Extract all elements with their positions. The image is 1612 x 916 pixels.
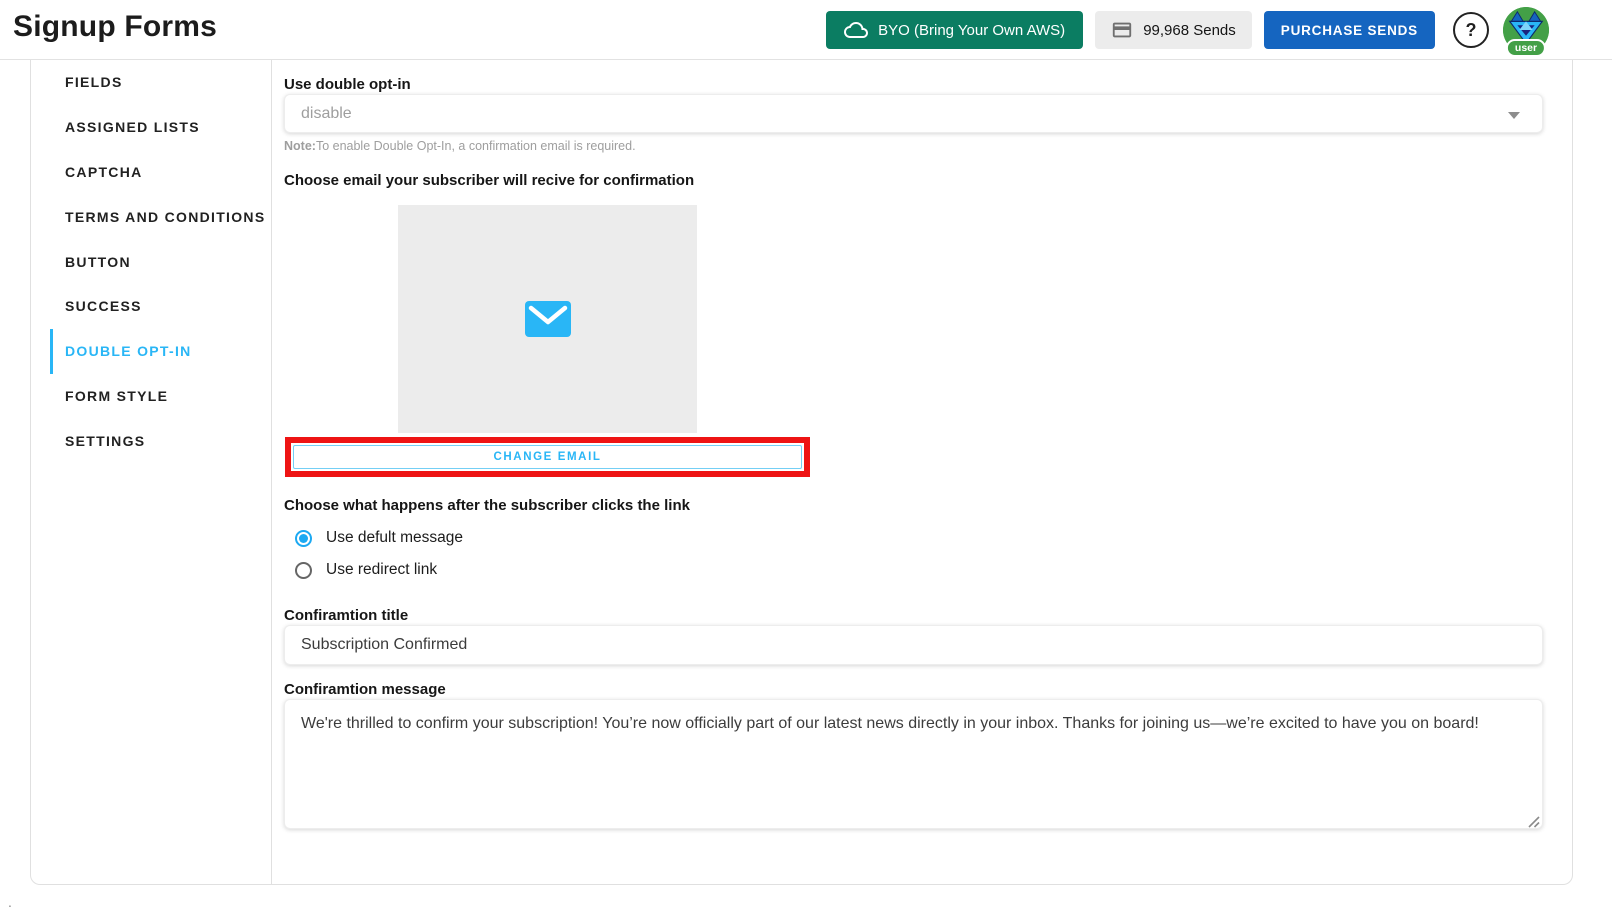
stray-dot: .	[8, 894, 12, 910]
byo-aws-button[interactable]: BYO (Bring Your Own AWS)	[826, 11, 1083, 49]
choose-email-label: Choose email your subscriber will recive…	[284, 172, 694, 189]
after-click-label: Choose what happens after the subscriber…	[284, 497, 690, 514]
purchase-sends-button[interactable]: PURCHASE SENDS	[1264, 11, 1435, 49]
double-opt-in-panel: Use double opt-in disable Note:To enable…	[284, 60, 1543, 885]
sidebar-item-assigned-lists[interactable]: ASSIGNED LISTS	[50, 105, 270, 150]
user-avatar[interactable]: user	[1503, 7, 1549, 53]
sends-count-label: 99,968 Sends	[1143, 22, 1236, 39]
double-opt-in-select[interactable]: disable	[284, 94, 1543, 133]
sidebar-item-button[interactable]: BUTTON	[50, 239, 270, 284]
sidebar-item-double-opt-in[interactable]: DOUBLE OPT-IN	[50, 329, 270, 374]
change-email-button[interactable]: CHANGE EMAIL	[293, 445, 802, 469]
sidebar-item-terms-and-conditions[interactable]: TERMS AND CONDITIONS	[50, 194, 270, 239]
change-email-button-label: CHANGE EMAIL	[493, 451, 601, 463]
sidebar-item-label: DOUBLE OPT-IN	[65, 343, 192, 359]
page-title: Signup Forms	[13, 10, 217, 44]
sidebar-item-fields[interactable]: FIELDS	[50, 60, 270, 105]
top-bar-actions: BYO (Bring Your Own AWS) 99,968 Sends PU…	[826, 0, 1549, 60]
radio-use-default-message-label[interactable]: Use defult message	[326, 529, 463, 547]
byo-aws-button-label: BYO (Bring Your Own AWS)	[878, 22, 1065, 39]
sidebar-item-success[interactable]: SUCCESS	[50, 284, 270, 329]
sidebar-item-label: SETTINGS	[65, 433, 145, 449]
sidebar-item-label: FORM STYLE	[65, 388, 168, 404]
sidebar-item-label: SUCCESS	[65, 298, 142, 314]
sidebar-item-label: BUTTON	[65, 254, 131, 270]
confirmation-title-label: Confiramtion title	[284, 607, 408, 624]
radio-use-redirect-link-label[interactable]: Use redirect link	[326, 561, 437, 579]
double-opt-in-select-value: disable	[301, 105, 352, 123]
sidebar-item-label: CAPTCHA	[65, 164, 143, 180]
note-text: To enable Double Opt-In, a confirmation …	[316, 139, 636, 153]
radio-unselected-icon	[295, 562, 312, 579]
sidebar-divider	[271, 60, 272, 884]
question-mark-icon: ?	[1466, 20, 1477, 41]
avatar-user-badge: user	[1506, 39, 1546, 57]
confirmation-email-preview	[398, 205, 697, 433]
sidebar-item-captcha[interactable]: CAPTCHA	[50, 150, 270, 195]
confirmation-message-textarea[interactable]: We're thrilled to confirm your subscript…	[284, 699, 1543, 829]
sidebar-item-label: ASSIGNED LISTS	[65, 119, 200, 135]
radio-use-redirect-link[interactable]: Use redirect link	[295, 558, 437, 582]
sidebar-item-label: TERMS AND CONDITIONS	[65, 209, 265, 225]
confirmation-message-label: Confiramtion message	[284, 681, 446, 698]
sidebar-nav: FIELDS ASSIGNED LISTS CAPTCHA TERMS AND …	[50, 60, 270, 463]
radio-use-default-message[interactable]: Use defult message	[295, 526, 463, 550]
opt-in-note: Note:To enable Double Opt-In, a confirma…	[284, 139, 636, 153]
credit-card-icon	[1111, 19, 1133, 41]
use-double-opt-in-label: Use double opt-in	[284, 76, 411, 93]
help-button[interactable]: ?	[1453, 12, 1489, 48]
sidebar-item-settings[interactable]: SETTINGS	[50, 418, 270, 463]
cloud-icon	[844, 18, 868, 42]
top-bar: Signup Forms BYO (Bring Your Own AWS) 99…	[0, 0, 1612, 60]
purchase-sends-label: PURCHASE SENDS	[1281, 23, 1418, 38]
sends-count-badge[interactable]: 99,968 Sends	[1095, 11, 1252, 49]
email-icon	[524, 300, 572, 338]
annotation-highlight: CHANGE EMAIL	[285, 437, 810, 477]
confirmation-title-input[interactable]	[284, 625, 1543, 665]
chevron-down-icon	[1508, 112, 1520, 119]
sidebar-item-label: FIELDS	[65, 74, 123, 90]
note-prefix: Note:	[284, 139, 316, 153]
sidebar-item-form-style[interactable]: FORM STYLE	[50, 374, 270, 419]
radio-selected-icon	[295, 530, 312, 547]
